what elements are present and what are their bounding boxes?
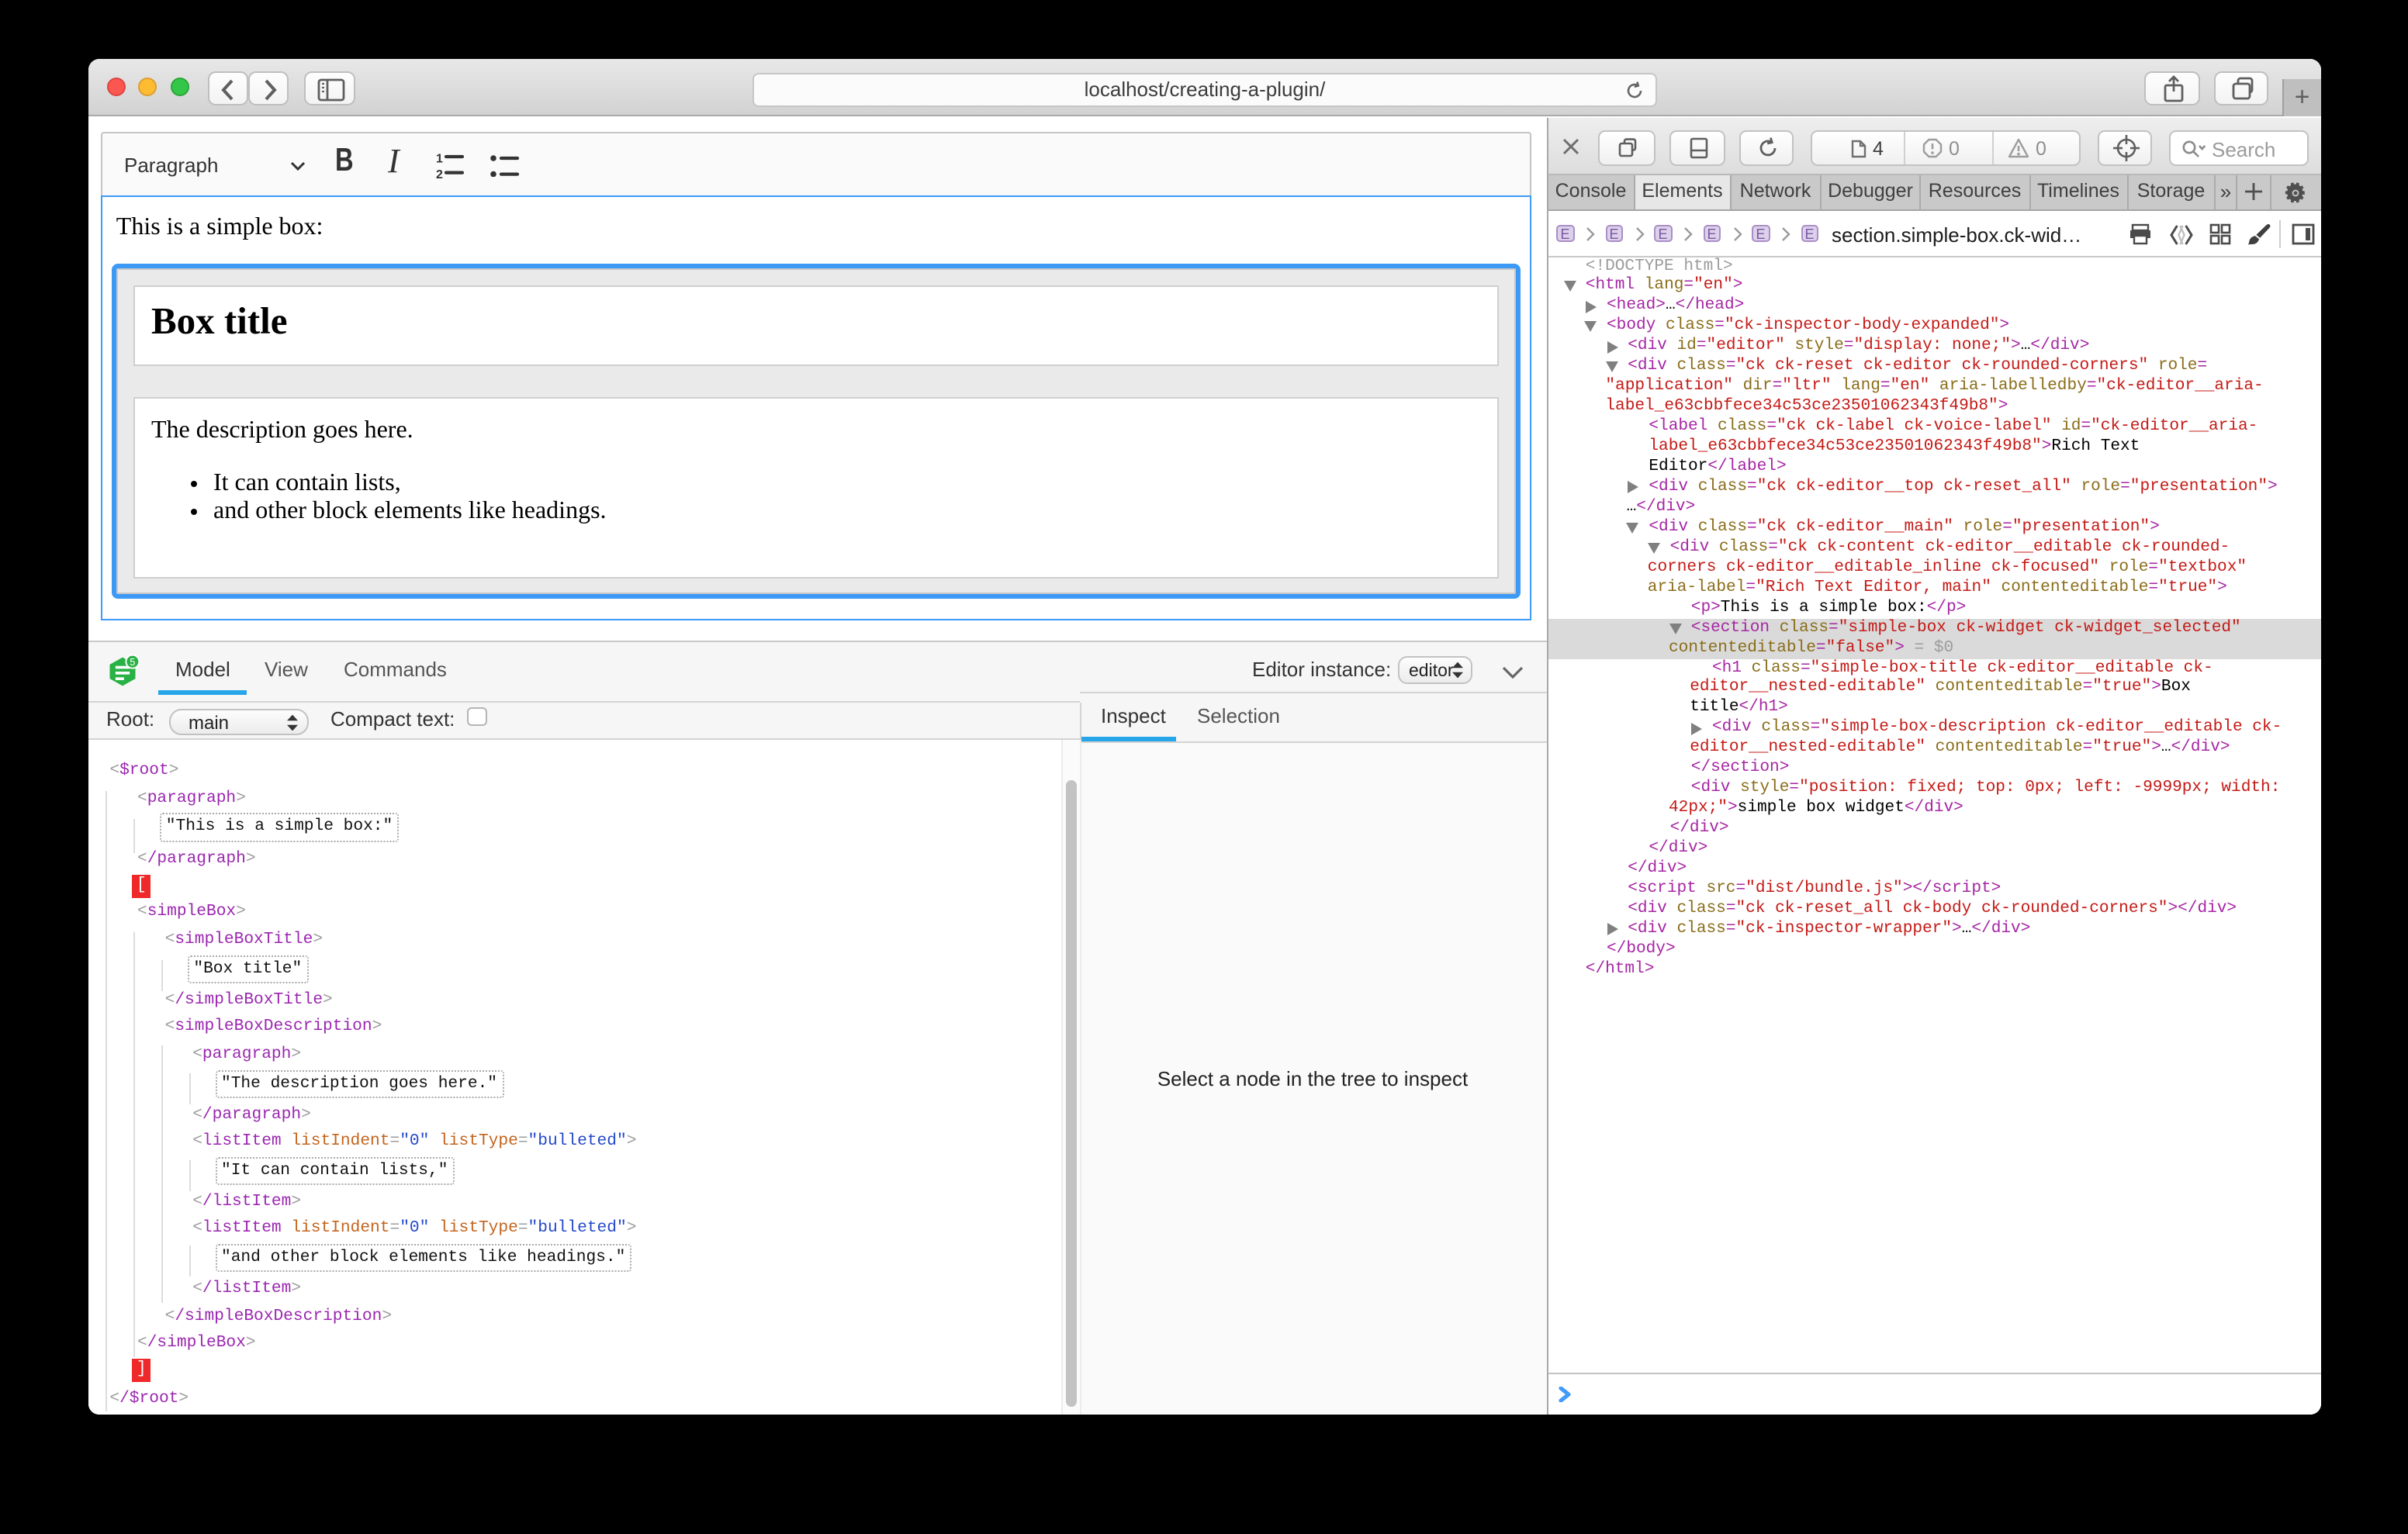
svg-text:2: 2: [436, 168, 443, 178]
svg-text:1: 1: [436, 153, 443, 165]
svg-text:5: 5: [130, 655, 135, 667]
